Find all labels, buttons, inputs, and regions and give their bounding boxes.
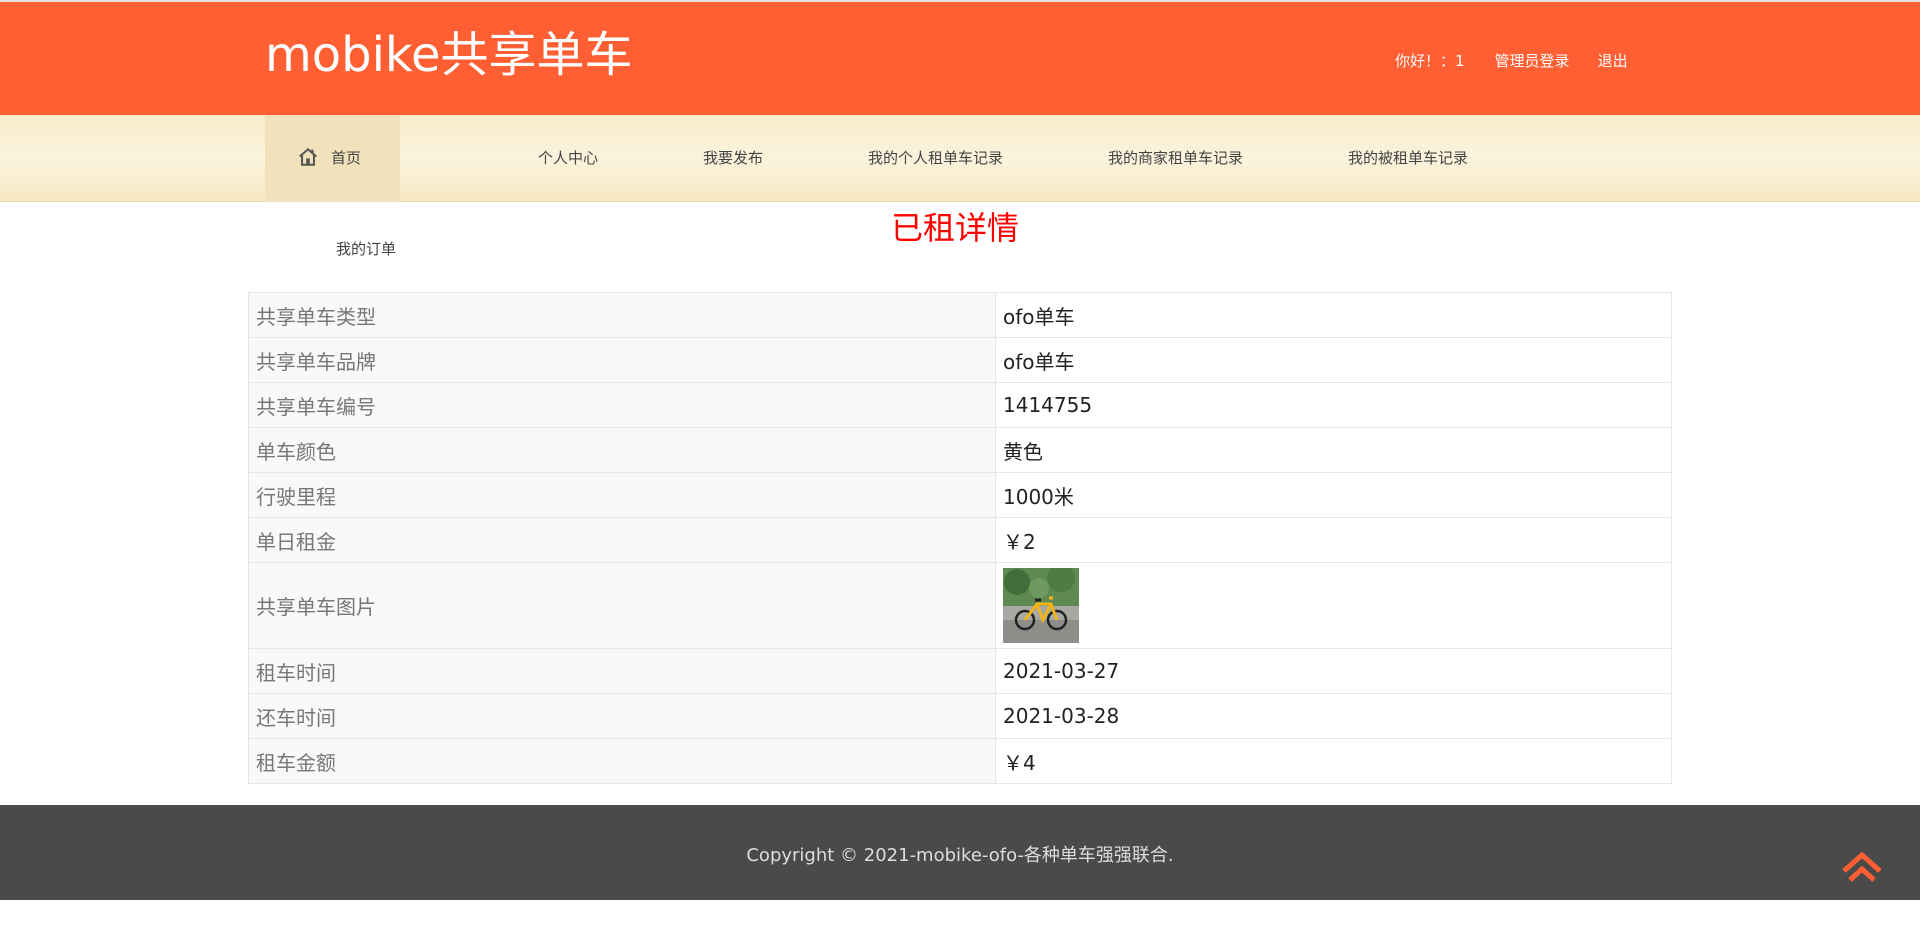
nav-label-home: 首页 <box>331 149 362 167</box>
page-title: 已租详情 <box>890 209 1019 247</box>
row-value: 黄色 <box>995 427 1672 473</box>
table-row: 共享单车类型 ofo单车 <box>248 292 1672 338</box>
admin-login-link[interactable]: 管理员登录 <box>1495 50 1570 71</box>
user-area: 你好！：1 管理员登录 退出 <box>1395 50 1628 71</box>
row-value: 2021-03-28 <box>995 693 1672 739</box>
table-row: 单日租金 ￥2 <box>248 517 1672 563</box>
nav-item-personal-center[interactable]: 个人中心 <box>538 115 598 202</box>
row-value: 1000米 <box>995 472 1672 518</box>
row-label: 共享单车图片 <box>248 562 996 649</box>
table-row: 行驶里程 1000米 <box>248 472 1672 518</box>
nav-item-rented-out-records[interactable]: 我的被租单车记录 <box>1348 115 1468 202</box>
row-label: 单日租金 <box>248 517 996 563</box>
bike-image[interactable] <box>1003 568 1079 643</box>
table-row: 租车时间 2021-03-27 <box>248 648 1672 694</box>
top-header: mobike共享单车 你好！：1 管理员登录 退出 <box>0 0 1920 115</box>
row-label: 租车金额 <box>248 738 996 784</box>
row-label: 共享单车编号 <box>248 382 996 428</box>
row-value-image <box>995 562 1672 649</box>
row-label: 共享单车类型 <box>248 292 996 338</box>
row-value: ￥2 <box>995 517 1672 563</box>
page-footer: Copyright © 2021-mobike-ofo-各种单车强强联合. <box>0 805 1920 900</box>
table-row: 共享单车品牌 ofo单车 <box>248 337 1672 383</box>
table-row: 单车颜色 黄色 <box>248 427 1672 473</box>
row-label: 共享单车品牌 <box>248 337 996 383</box>
back-to-top-icon[interactable] <box>1840 849 1884 885</box>
user-greeting: 你好！：1 <box>1395 52 1465 70</box>
nav-item-home[interactable]: 首页 <box>265 115 400 202</box>
nav-item-publish[interactable]: 我要发布 <box>703 115 763 202</box>
row-label: 行驶里程 <box>248 472 996 518</box>
main-nav: 首页 个人中心 我要发布 我的个人租单车记录 我的商家租单车记录 我的被租单车记… <box>0 115 1920 202</box>
row-value: 1414755 <box>995 382 1672 428</box>
logout-link[interactable]: 退出 <box>1598 50 1628 71</box>
home-icon <box>299 147 317 166</box>
table-row: 租车金额 ￥4 <box>248 738 1672 784</box>
row-value: ofo单车 <box>995 292 1672 338</box>
nav-item-personal-rental-records[interactable]: 我的个人租单车记录 <box>868 115 1003 202</box>
site-logo[interactable]: mobike共享单车 <box>265 26 633 84</box>
table-row: 共享单车图片 <box>248 562 1672 649</box>
row-value: ofo单车 <box>995 337 1672 383</box>
row-label: 还车时间 <box>248 693 996 739</box>
row-value: ￥4 <box>995 738 1672 784</box>
table-row: 共享单车编号 1414755 <box>248 382 1672 428</box>
row-label: 租车时间 <box>248 648 996 694</box>
copyright-text: Copyright © 2021-mobike-ofo-各种单车强强联合. <box>746 845 1174 866</box>
row-label: 单车颜色 <box>248 427 996 473</box>
nav-item-merchant-rental-records[interactable]: 我的商家租单车记录 <box>1108 115 1243 202</box>
rental-detail-table: 共享单车类型 ofo单车 共享单车品牌 ofo单车 共享单车编号 1414755… <box>248 292 1672 784</box>
table-row: 还车时间 2021-03-28 <box>248 693 1672 739</box>
row-value: 2021-03-27 <box>995 648 1672 694</box>
